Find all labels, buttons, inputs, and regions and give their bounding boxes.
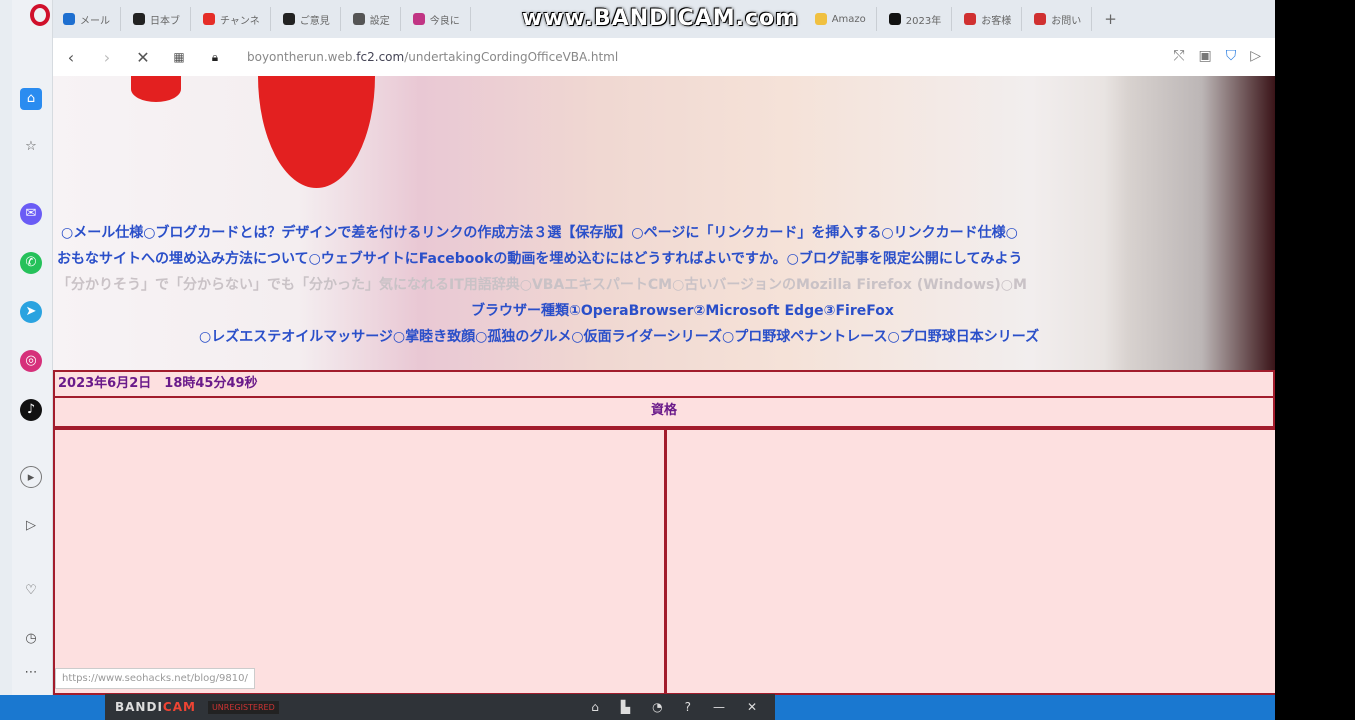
minimize-button[interactable]: —: [713, 700, 725, 714]
help-button[interactable]: ?: [685, 700, 691, 714]
url-path: /undertakingCordingOfficeVBA.html: [404, 50, 619, 64]
tab-favicon-icon: [282, 13, 295, 25]
table-cell: [665, 428, 1275, 695]
opera-logo-icon[interactable]: [30, 4, 50, 26]
send-icon[interactable]: ▷: [20, 515, 42, 537]
tab-label: 2023年: [905, 15, 942, 27]
tab[interactable]: 今良に: [403, 7, 471, 31]
logo-part: CAM: [162, 700, 196, 714]
unregistered-badge: UNREGISTERED: [207, 700, 279, 714]
header-image: ○メール仕様○ブログカードとは？デザインで差を付けるリンクの作成方法３選【保存版…: [53, 76, 1275, 370]
tab-label: お客様: [981, 15, 1012, 27]
player-icon[interactable]: ▸: [20, 466, 42, 488]
timer-icon[interactable]: ◔: [652, 700, 662, 714]
tab-label: メール: [80, 15, 110, 27]
tab[interactable]: チャンネ: [193, 7, 271, 31]
new-tab-button[interactable]: +: [1094, 7, 1127, 31]
address-bar: ‹ › ✕ ▦ 🔒︎ boyontherun.web.fc2.com/under…: [53, 38, 1275, 76]
table-cell: [53, 428, 666, 695]
share-icon[interactable]: ⤲: [1173, 48, 1184, 64]
send-icon[interactable]: ▷: [1250, 48, 1261, 64]
tab-favicon-icon: [1034, 13, 1047, 25]
whatsapp-icon[interactable]: ✆: [20, 252, 42, 274]
bandicam-watermark: www.BANDICAM.com: [522, 6, 800, 31]
tab[interactable]: お問い: [1024, 7, 1093, 31]
link-list: ○メール仕様○ブログカードとは？デザインで差を付けるリンクの作成方法３選【保存版…: [53, 220, 1275, 350]
bandicam-logo: BANDICAM: [115, 700, 196, 714]
tab-label: 設定: [369, 15, 390, 27]
tabs-grid-icon[interactable]: ▦: [161, 50, 197, 64]
tab[interactable]: 2023年: [879, 7, 953, 31]
star-icon[interactable]: ☆: [20, 136, 42, 158]
stop-icon[interactable]: ✕: [125, 48, 161, 67]
home-icon[interactable]: ⌂: [591, 700, 599, 714]
tab[interactable]: 日本ブ: [123, 7, 191, 31]
tab-label: ご意見: [299, 15, 330, 27]
tab-label: チャンネ: [220, 15, 260, 27]
link-row[interactable]: おもなサイトへの埋め込み方法について○ウェブサイトにFacebookの動画を埋め…: [53, 246, 1275, 272]
instagram-icon[interactable]: ◎: [20, 350, 42, 372]
desktop-edge: [0, 0, 12, 720]
folder-icon[interactable]: ▙: [621, 700, 630, 714]
url-host: boyontherun.web.: [247, 50, 357, 64]
page-content: ○メール仕様○ブログカードとは？デザインで差を付けるリンクの作成方法３選【保存版…: [53, 76, 1275, 695]
messenger-icon[interactable]: ✉: [20, 203, 42, 225]
telegram-icon[interactable]: ➤: [20, 301, 42, 323]
tab-favicon-icon: [133, 13, 145, 25]
link-row[interactable]: ブラウザー種類①OperaBrowser②Microsoft Edge③Fire…: [53, 298, 1275, 324]
link-row[interactable]: 「分かりそう」で「分からない」でも「分かった」気になれるIT用語辞典○VBAエキ…: [53, 272, 1275, 298]
tab[interactable]: ご意見: [273, 7, 341, 31]
tab-favicon-icon: [352, 13, 365, 25]
close-button[interactable]: ✕: [747, 700, 757, 714]
tab[interactable]: お客様: [954, 7, 1023, 31]
tab-favicon-icon: [203, 13, 215, 25]
heart-icon[interactable]: ♡: [20, 580, 42, 602]
tiktok-icon[interactable]: ♪: [20, 399, 42, 421]
tab-label: お問い: [1051, 15, 1082, 27]
tab-favicon-icon: [63, 13, 75, 25]
url-domain: fc2.com: [356, 50, 405, 64]
link-row[interactable]: ○メール仕様○ブログカードとは？デザインで差を付けるリンクの作成方法３選【保存版…: [53, 220, 1275, 246]
tab-favicon-icon: [888, 13, 901, 25]
heart-decoration: [131, 76, 181, 102]
address-actions: ⤲ ▣ ⛉ ▷: [1173, 48, 1261, 64]
link-row[interactable]: ○レズエステオイルマッサージ○掌睦き致顔○孤独のグルメ○仮面ライダーシリーズ○プ…: [53, 324, 1275, 350]
forward-icon[interactable]: ›: [89, 48, 125, 67]
vpn-shield-icon[interactable]: ⛉: [1226, 48, 1237, 64]
tab[interactable]: 設定: [343, 7, 401, 31]
bandicam-controls: ⌂ ▙ ◔ ? — ✕: [591, 700, 775, 714]
tab-label: 今良に: [429, 15, 460, 27]
section-heading: 資格: [53, 398, 1275, 428]
back-icon[interactable]: ‹: [53, 48, 89, 67]
tab-label: 日本ブ: [150, 15, 180, 27]
lock-icon: 🔒︎: [211, 49, 219, 64]
bandicam-bar: BANDICAM UNREGISTERED ⌂ ▙ ◔ ? — ✕: [105, 694, 775, 720]
more-icon[interactable]: ⋯: [20, 662, 42, 684]
home-icon[interactable]: ⌂: [20, 88, 42, 110]
heart-decoration: [258, 76, 375, 188]
tab[interactable]: Amazo: [805, 7, 877, 31]
opera-sidebar: ⌂ ☆ ✉ ✆ ➤ ◎ ♪ ▸ ▷ ♡ ◷ ⋯: [12, 0, 53, 695]
tab-label: Amazo: [831, 13, 866, 25]
snapshot-icon[interactable]: ▣: [1198, 48, 1211, 64]
logo-part: BANDI: [115, 700, 163, 714]
tab-favicon-icon: [814, 13, 827, 25]
link-hover-url: https://www.seohacks.net/blog/9810/: [55, 668, 255, 689]
tab-favicon-icon: [412, 13, 425, 25]
history-icon[interactable]: ◷: [20, 628, 42, 650]
tab-favicon-icon: [964, 13, 977, 25]
url-input[interactable]: boyontherun.web.fc2.com/undertakingCordi…: [247, 50, 618, 64]
tab[interactable]: メール: [53, 7, 121, 31]
date-time: 2023年6月2日 18時45分49秒: [53, 370, 1275, 398]
